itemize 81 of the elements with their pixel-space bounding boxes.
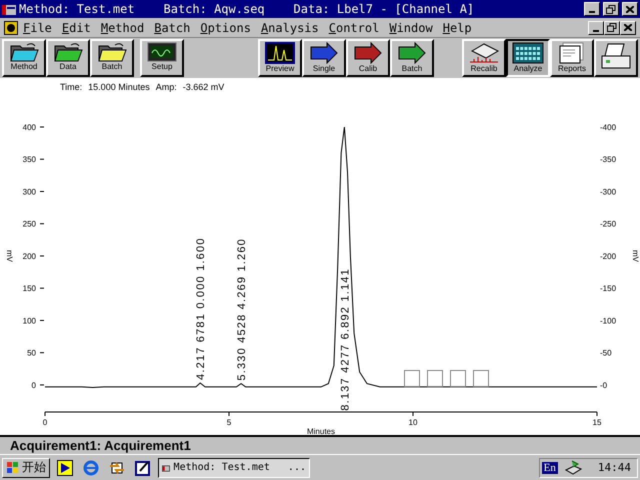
toolbar-button[interactable]: Reports xyxy=(550,39,594,77)
y-tick-label: 100 xyxy=(22,316,36,326)
restore-button[interactable] xyxy=(603,2,619,16)
y-tick-label: 0 xyxy=(32,380,36,390)
play-icon xyxy=(57,460,73,476)
menu-item[interactable]: Help xyxy=(438,20,477,34)
restore-button[interactable] xyxy=(604,20,620,34)
menu-item[interactable]: Edit xyxy=(56,20,96,34)
info-value: -3.662 mV xyxy=(182,82,224,92)
language-indicator[interactable]: En xyxy=(542,462,558,474)
y-tick-label: 350 xyxy=(22,155,36,164)
y-tick-label: 250 xyxy=(22,220,36,229)
sync-arrows-icon xyxy=(109,460,125,476)
menu-item[interactable]: Options xyxy=(195,20,256,34)
right-y-tick-label: -50 xyxy=(600,348,612,358)
right-y-axis-label: mV xyxy=(631,250,640,262)
right-y-tick-label: -150 xyxy=(600,284,616,294)
quick-launch-button[interactable] xyxy=(54,458,76,478)
toolbar-button[interactable]: Preview xyxy=(258,39,302,77)
y-tick-label: 300 xyxy=(22,187,36,196)
calculator-icon xyxy=(512,42,544,64)
minimize-icon xyxy=(589,11,595,13)
info-label: Amp: xyxy=(156,82,177,92)
y-tick-label: 400 xyxy=(22,123,36,132)
y-tick-label: 200 xyxy=(22,252,36,261)
toolbar-button[interactable]: Calib xyxy=(346,39,390,77)
right-y-tick-label: -300 xyxy=(600,187,616,196)
document-icon xyxy=(4,20,18,34)
right-y-tick-label: -250 xyxy=(600,220,616,229)
toolbar-button[interactable] xyxy=(594,39,638,77)
menu-item[interactable]: File xyxy=(18,20,57,34)
y-tick-label: 150 xyxy=(22,284,36,294)
y-tick-label: 50 xyxy=(27,348,36,358)
window-title: Method: Test.met Batch: Aqw.seq Data: Lbel7 - [Channel A] xyxy=(19,2,476,16)
windows-flag-icon xyxy=(6,460,20,474)
toolbar-button[interactable]: Batch xyxy=(90,39,134,77)
close-button[interactable] xyxy=(622,2,638,16)
y-axis-label: mV xyxy=(5,250,14,262)
peak-annotation: 5.330 4528 4.269 1.260 xyxy=(236,238,248,381)
oscilloscope-icon xyxy=(147,42,177,62)
edit-note-icon xyxy=(135,460,151,476)
browser-e-icon xyxy=(83,460,99,476)
close-icon xyxy=(626,6,634,12)
x-tick-label: 10 xyxy=(408,418,418,427)
toolbar-button[interactable]: Analyze xyxy=(506,39,550,77)
x-tick-label: 5 xyxy=(226,418,232,427)
start-button[interactable]: 开始 xyxy=(2,458,50,478)
minimize-icon xyxy=(593,30,599,32)
taskbar-task[interactable]: Method: Test.met ... xyxy=(158,458,310,478)
menu-item[interactable]: Window xyxy=(384,20,438,34)
toolbar-button[interactable]: Single xyxy=(302,39,346,77)
info-value: 15.000 Minutes xyxy=(88,82,150,92)
x-tick-label: 15 xyxy=(592,418,602,427)
minimize-button[interactable] xyxy=(584,2,600,16)
right-y-tick-label: -400 xyxy=(600,123,616,132)
menu-item[interactable]: Control xyxy=(324,20,384,34)
right-y-tick-label: -350 xyxy=(600,155,616,164)
x-axis-label: Minutes xyxy=(307,427,335,435)
chromatogram-preview-icon xyxy=(265,42,295,64)
network-icon xyxy=(564,460,582,476)
x-tick-label: 0 xyxy=(42,418,48,427)
toolbar-button[interactable]: Method xyxy=(2,39,46,77)
menu-item[interactable]: Analysis xyxy=(256,20,324,34)
toolbar-button[interactable]: Data xyxy=(46,39,90,77)
info-label: Time: xyxy=(60,82,82,92)
clock: 14:44 xyxy=(598,461,631,474)
right-y-tick-label: -100 xyxy=(600,316,616,326)
peak-annotation: 4.217 6781 0.000 1.600 xyxy=(195,237,208,380)
right-y-tick-label: -200 xyxy=(600,252,616,261)
right-y-tick-label: -0 xyxy=(600,380,608,390)
toolbar-button[interactable]: Recalib xyxy=(462,39,506,77)
toolbar-button[interactable]: Batch xyxy=(390,39,434,77)
menu-item[interactable]: Batch xyxy=(149,20,196,34)
minimize-button[interactable] xyxy=(588,20,604,34)
close-button[interactable] xyxy=(620,20,636,34)
close-icon xyxy=(624,24,632,31)
peak-annotation: 8.137 4277 6.892 1.141 xyxy=(339,268,352,411)
menu-item[interactable]: Method xyxy=(96,20,150,34)
status-text: Acquirement1: Acquirement1 xyxy=(10,438,191,453)
toolbar-button[interactable]: Setup xyxy=(140,39,184,77)
recalibrate-icon xyxy=(468,42,500,64)
